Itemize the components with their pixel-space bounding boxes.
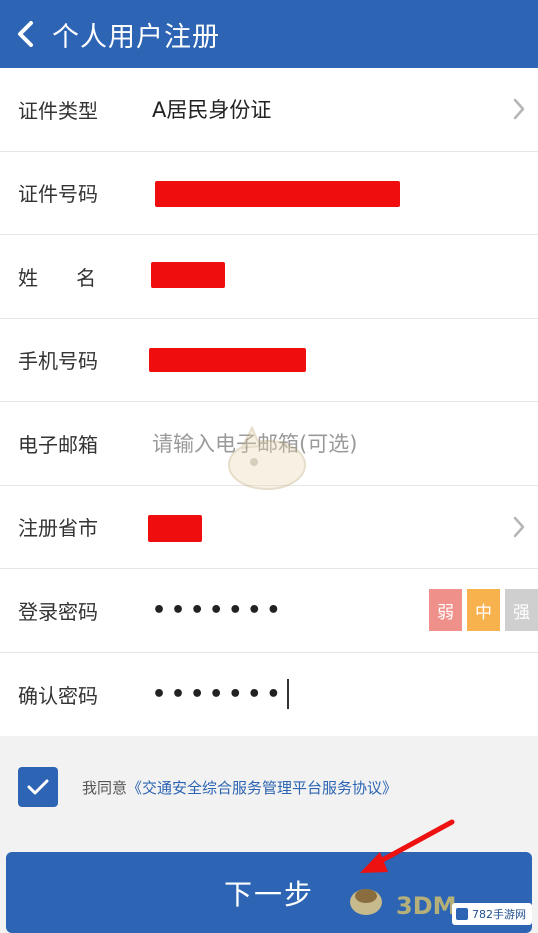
id-number-row[interactable]: 证件号码 — [0, 151, 538, 235]
email-label: 电子邮箱 — [18, 432, 98, 457]
name-redaction — [151, 262, 225, 288]
agreement-checkbox[interactable] — [18, 767, 58, 807]
phone-row[interactable]: 手机号码 — [0, 318, 538, 402]
back-button[interactable] — [0, 0, 52, 68]
password-strength: 弱 中 强 — [429, 589, 538, 631]
chevron-left-icon — [18, 21, 33, 47]
region-redaction — [148, 514, 202, 542]
watermark-3dm-text: 3DM — [396, 892, 457, 920]
watermark-badge-text: 782手游网 — [472, 908, 526, 921]
confirm-password-row[interactable]: 确认密码 ••••••• — [0, 652, 538, 736]
id-type-row[interactable]: 证件类型 A居民身份证 — [0, 68, 538, 152]
text-caret — [287, 679, 289, 710]
name-row[interactable]: 姓 名 — [0, 235, 538, 319]
confirm-password-input[interactable]: ••••••• — [152, 682, 285, 707]
region-label: 注册省市 — [18, 516, 98, 541]
confirm-password-label: 确认密码 — [18, 683, 98, 708]
app-header: 个人用户注册 — [0, 0, 538, 68]
id-number-label: 证件号码 — [18, 182, 98, 207]
agreement-text: 我同意《交通安全综合服务管理平台服务协议》 — [82, 777, 397, 798]
phone-label: 手机号码 — [18, 349, 98, 374]
name-label: 姓 名 — [18, 265, 97, 290]
chevron-right-icon — [513, 99, 525, 120]
watermark-badge: 782手游网 — [452, 903, 532, 925]
watermark-mascot-icon — [228, 425, 306, 490]
chevron-right-icon — [513, 516, 525, 537]
strength-medium: 中 — [467, 589, 500, 631]
id-type-label: 证件类型 — [18, 98, 98, 123]
registration-form: 证件类型 A居民身份证 证件号码 姓 名 手机号码 电子邮箱 请输入电子邮箱(可… — [0, 68, 538, 736]
page-title: 个人用户注册 — [52, 21, 220, 53]
agreement-row: 我同意《交通安全综合服务管理平台服务协议》 — [0, 737, 538, 837]
id-type-value: A居民身份证 — [152, 98, 272, 123]
checkmark-icon — [27, 779, 49, 795]
password-input[interactable]: ••••••• — [152, 598, 285, 623]
agreement-link[interactable]: 《交通安全综合服务管理平台服务协议》 — [127, 779, 397, 797]
phone-redaction — [149, 347, 306, 372]
agreement-prefix: 我同意 — [82, 778, 128, 797]
password-row[interactable]: 登录密码 ••••••• 弱 中 强 — [0, 569, 538, 653]
password-label: 登录密码 — [18, 599, 98, 624]
badge-logo-icon — [456, 908, 468, 920]
id-number-redaction — [155, 180, 400, 207]
strength-weak: 弱 — [429, 589, 462, 631]
strength-strong: 强 — [505, 589, 538, 631]
